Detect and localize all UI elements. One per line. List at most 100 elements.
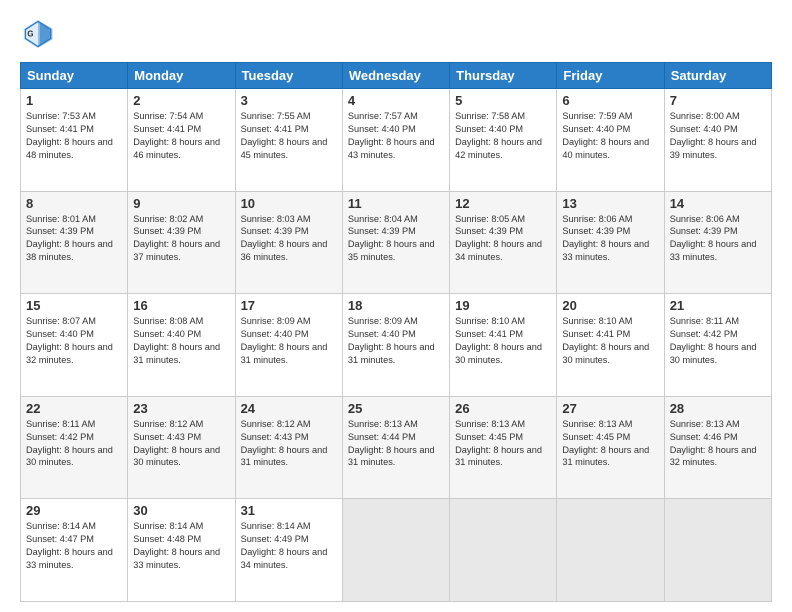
cell-info: Sunrise: 8:08 AMSunset: 4:40 PMDaylight:… xyxy=(133,316,220,365)
weekday-header-monday: Monday xyxy=(128,63,235,89)
cell-info: Sunrise: 7:53 AMSunset: 4:41 PMDaylight:… xyxy=(26,111,113,160)
calendar-row-4: 29 Sunrise: 8:14 AMSunset: 4:47 PMDaylig… xyxy=(21,499,772,602)
cell-info: Sunrise: 7:57 AMSunset: 4:40 PMDaylight:… xyxy=(348,111,435,160)
cell-info: Sunrise: 7:58 AMSunset: 4:40 PMDaylight:… xyxy=(455,111,542,160)
cell-info: Sunrise: 8:00 AMSunset: 4:40 PMDaylight:… xyxy=(670,111,757,160)
cell-info: Sunrise: 7:59 AMSunset: 4:40 PMDaylight:… xyxy=(562,111,649,160)
day-number: 15 xyxy=(26,298,122,313)
calendar-cell: 14 Sunrise: 8:06 AMSunset: 4:39 PMDaylig… xyxy=(664,191,771,294)
day-number: 14 xyxy=(670,196,766,211)
calendar-cell: 31 Sunrise: 8:14 AMSunset: 4:49 PMDaylig… xyxy=(235,499,342,602)
calendar-cell: 28 Sunrise: 8:13 AMSunset: 4:46 PMDaylig… xyxy=(664,396,771,499)
day-number: 11 xyxy=(348,196,444,211)
calendar-cell: 15 Sunrise: 8:07 AMSunset: 4:40 PMDaylig… xyxy=(21,294,128,397)
cell-info: Sunrise: 7:55 AMSunset: 4:41 PMDaylight:… xyxy=(241,111,328,160)
calendar-cell: 19 Sunrise: 8:10 AMSunset: 4:41 PMDaylig… xyxy=(450,294,557,397)
cell-info: Sunrise: 8:06 AMSunset: 4:39 PMDaylight:… xyxy=(670,214,757,263)
calendar-cell: 9 Sunrise: 8:02 AMSunset: 4:39 PMDayligh… xyxy=(128,191,235,294)
calendar-row-2: 15 Sunrise: 8:07 AMSunset: 4:40 PMDaylig… xyxy=(21,294,772,397)
day-number: 2 xyxy=(133,93,229,108)
calendar-cell xyxy=(450,499,557,602)
calendar-cell: 2 Sunrise: 7:54 AMSunset: 4:41 PMDayligh… xyxy=(128,89,235,192)
day-number: 12 xyxy=(455,196,551,211)
day-number: 7 xyxy=(670,93,766,108)
day-number: 26 xyxy=(455,401,551,416)
cell-info: Sunrise: 8:09 AMSunset: 4:40 PMDaylight:… xyxy=(241,316,328,365)
calendar-cell: 21 Sunrise: 8:11 AMSunset: 4:42 PMDaylig… xyxy=(664,294,771,397)
weekday-header-sunday: Sunday xyxy=(21,63,128,89)
day-number: 1 xyxy=(26,93,122,108)
calendar-cell: 12 Sunrise: 8:05 AMSunset: 4:39 PMDaylig… xyxy=(450,191,557,294)
cell-info: Sunrise: 8:09 AMSunset: 4:40 PMDaylight:… xyxy=(348,316,435,365)
day-number: 25 xyxy=(348,401,444,416)
cell-info: Sunrise: 8:14 AMSunset: 4:49 PMDaylight:… xyxy=(241,521,328,570)
day-number: 6 xyxy=(562,93,658,108)
calendar-cell: 18 Sunrise: 8:09 AMSunset: 4:40 PMDaylig… xyxy=(342,294,449,397)
cell-info: Sunrise: 7:54 AMSunset: 4:41 PMDaylight:… xyxy=(133,111,220,160)
cell-info: Sunrise: 8:05 AMSunset: 4:39 PMDaylight:… xyxy=(455,214,542,263)
calendar-cell: 27 Sunrise: 8:13 AMSunset: 4:45 PMDaylig… xyxy=(557,396,664,499)
calendar-cell: 6 Sunrise: 7:59 AMSunset: 4:40 PMDayligh… xyxy=(557,89,664,192)
cell-info: Sunrise: 8:14 AMSunset: 4:48 PMDaylight:… xyxy=(133,521,220,570)
calendar-cell: 7 Sunrise: 8:00 AMSunset: 4:40 PMDayligh… xyxy=(664,89,771,192)
page: G SundayMondayTuesdayWednesdayThursdayFr… xyxy=(0,0,792,612)
calendar-row-3: 22 Sunrise: 8:11 AMSunset: 4:42 PMDaylig… xyxy=(21,396,772,499)
weekday-header-wednesday: Wednesday xyxy=(342,63,449,89)
day-number: 17 xyxy=(241,298,337,313)
day-number: 29 xyxy=(26,503,122,518)
cell-info: Sunrise: 8:02 AMSunset: 4:39 PMDaylight:… xyxy=(133,214,220,263)
day-number: 31 xyxy=(241,503,337,518)
calendar-cell: 3 Sunrise: 7:55 AMSunset: 4:41 PMDayligh… xyxy=(235,89,342,192)
calendar-cell: 22 Sunrise: 8:11 AMSunset: 4:42 PMDaylig… xyxy=(21,396,128,499)
cell-info: Sunrise: 8:12 AMSunset: 4:43 PMDaylight:… xyxy=(133,419,220,468)
logo: G xyxy=(20,16,62,52)
weekday-header-thursday: Thursday xyxy=(450,63,557,89)
day-number: 19 xyxy=(455,298,551,313)
day-number: 10 xyxy=(241,196,337,211)
weekday-header-friday: Friday xyxy=(557,63,664,89)
calendar-cell xyxy=(342,499,449,602)
calendar-cell: 10 Sunrise: 8:03 AMSunset: 4:39 PMDaylig… xyxy=(235,191,342,294)
cell-info: Sunrise: 8:10 AMSunset: 4:41 PMDaylight:… xyxy=(455,316,542,365)
day-number: 27 xyxy=(562,401,658,416)
calendar-cell: 16 Sunrise: 8:08 AMSunset: 4:40 PMDaylig… xyxy=(128,294,235,397)
cell-info: Sunrise: 8:06 AMSunset: 4:39 PMDaylight:… xyxy=(562,214,649,263)
cell-info: Sunrise: 8:07 AMSunset: 4:40 PMDaylight:… xyxy=(26,316,113,365)
cell-info: Sunrise: 8:13 AMSunset: 4:46 PMDaylight:… xyxy=(670,419,757,468)
calendar-cell xyxy=(557,499,664,602)
calendar-cell: 8 Sunrise: 8:01 AMSunset: 4:39 PMDayligh… xyxy=(21,191,128,294)
day-number: 13 xyxy=(562,196,658,211)
calendar-cell: 5 Sunrise: 7:58 AMSunset: 4:40 PMDayligh… xyxy=(450,89,557,192)
day-number: 8 xyxy=(26,196,122,211)
cell-info: Sunrise: 8:04 AMSunset: 4:39 PMDaylight:… xyxy=(348,214,435,263)
day-number: 9 xyxy=(133,196,229,211)
day-number: 21 xyxy=(670,298,766,313)
calendar-table: SundayMondayTuesdayWednesdayThursdayFrid… xyxy=(20,62,772,602)
weekday-header-row: SundayMondayTuesdayWednesdayThursdayFrid… xyxy=(21,63,772,89)
weekday-header-tuesday: Tuesday xyxy=(235,63,342,89)
weekday-header-saturday: Saturday xyxy=(664,63,771,89)
cell-info: Sunrise: 8:10 AMSunset: 4:41 PMDaylight:… xyxy=(562,316,649,365)
day-number: 30 xyxy=(133,503,229,518)
calendar-cell: 23 Sunrise: 8:12 AMSunset: 4:43 PMDaylig… xyxy=(128,396,235,499)
calendar-cell: 4 Sunrise: 7:57 AMSunset: 4:40 PMDayligh… xyxy=(342,89,449,192)
calendar-cell: 29 Sunrise: 8:14 AMSunset: 4:47 PMDaylig… xyxy=(21,499,128,602)
cell-info: Sunrise: 8:13 AMSunset: 4:45 PMDaylight:… xyxy=(455,419,542,468)
calendar-cell: 30 Sunrise: 8:14 AMSunset: 4:48 PMDaylig… xyxy=(128,499,235,602)
cell-info: Sunrise: 8:03 AMSunset: 4:39 PMDaylight:… xyxy=(241,214,328,263)
day-number: 3 xyxy=(241,93,337,108)
day-number: 16 xyxy=(133,298,229,313)
cell-info: Sunrise: 8:11 AMSunset: 4:42 PMDaylight:… xyxy=(26,419,113,468)
day-number: 23 xyxy=(133,401,229,416)
calendar-cell: 25 Sunrise: 8:13 AMSunset: 4:44 PMDaylig… xyxy=(342,396,449,499)
logo-icon: G xyxy=(20,16,56,52)
cell-info: Sunrise: 8:13 AMSunset: 4:44 PMDaylight:… xyxy=(348,419,435,468)
calendar-cell xyxy=(664,499,771,602)
calendar-cell: 11 Sunrise: 8:04 AMSunset: 4:39 PMDaylig… xyxy=(342,191,449,294)
day-number: 22 xyxy=(26,401,122,416)
day-number: 20 xyxy=(562,298,658,313)
day-number: 18 xyxy=(348,298,444,313)
day-number: 5 xyxy=(455,93,551,108)
calendar-cell: 13 Sunrise: 8:06 AMSunset: 4:39 PMDaylig… xyxy=(557,191,664,294)
calendar-cell: 1 Sunrise: 7:53 AMSunset: 4:41 PMDayligh… xyxy=(21,89,128,192)
